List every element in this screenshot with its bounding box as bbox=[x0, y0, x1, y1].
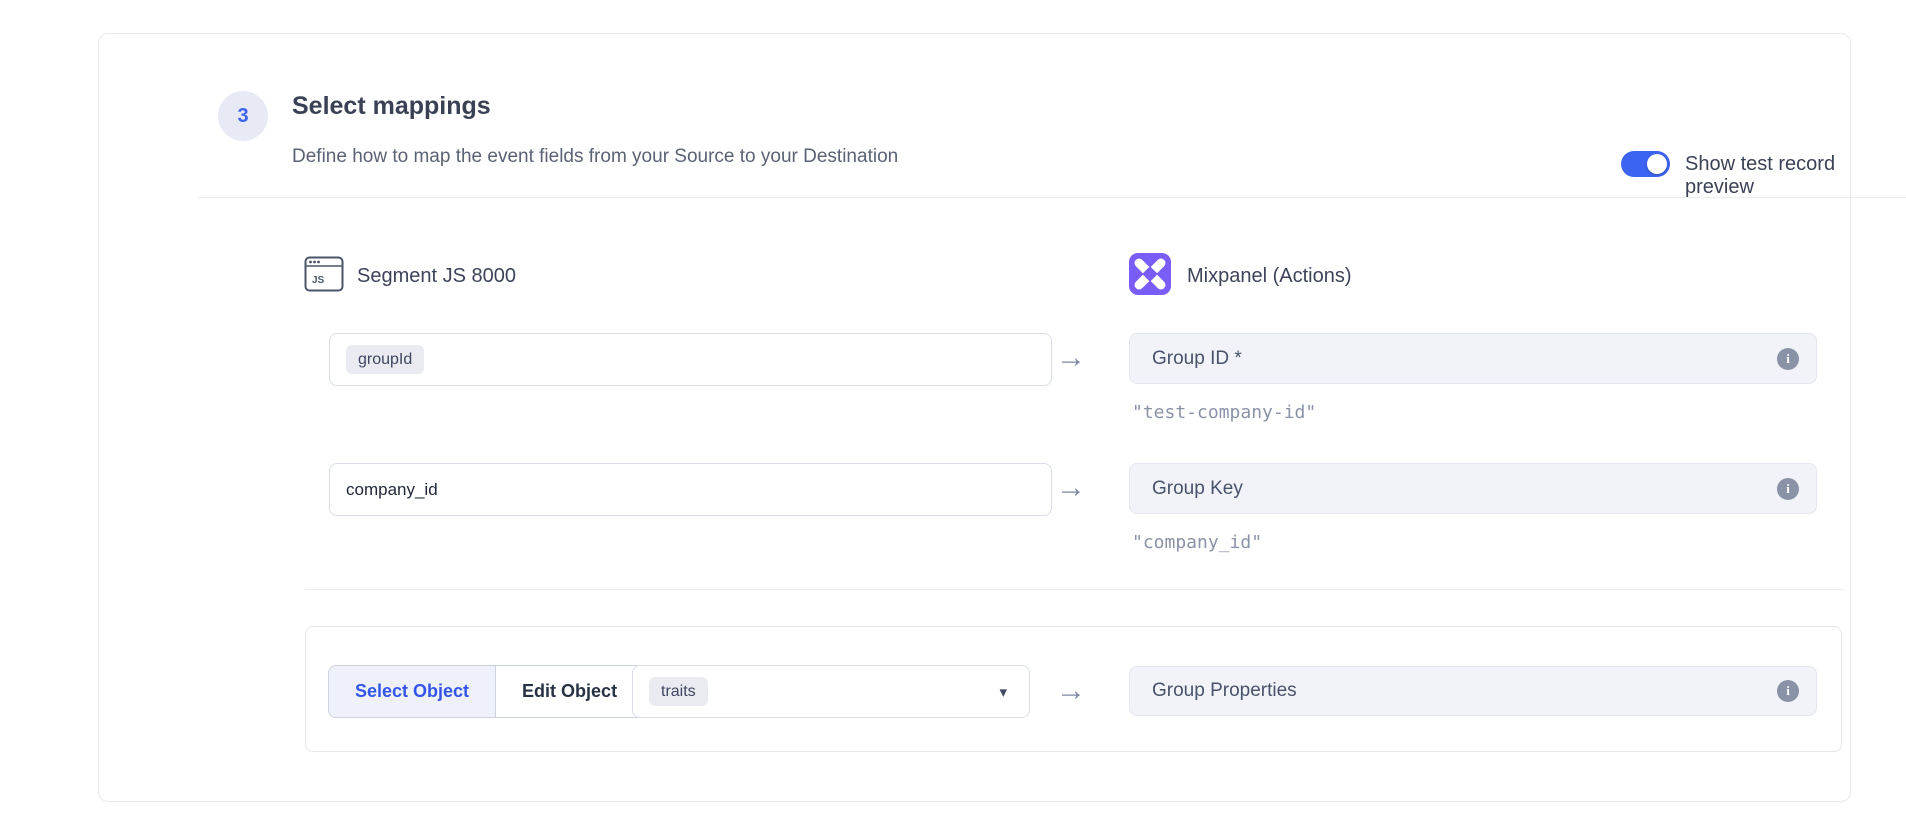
select-mappings-page: 3 Select mappings Define how to map the … bbox=[0, 0, 1906, 836]
page-title: Select mappings bbox=[292, 92, 491, 121]
arrow-right-icon: → bbox=[1049, 676, 1093, 706]
destination-field-group-key: Group Key i bbox=[1129, 463, 1817, 514]
destination-name: Mixpanel (Actions) bbox=[1187, 265, 1352, 288]
destination-field-label: Group ID * bbox=[1152, 348, 1242, 370]
header-divider bbox=[198, 197, 1906, 198]
info-icon[interactable]: i bbox=[1777, 348, 1799, 370]
step-number: 3 bbox=[237, 105, 248, 128]
source-name: Segment JS 8000 bbox=[357, 265, 516, 288]
mixpanel-icon bbox=[1129, 253, 1171, 300]
edit-object-button[interactable]: Edit Object bbox=[496, 666, 643, 717]
source-field-input-company-id[interactable]: company_id bbox=[329, 463, 1052, 516]
destination-header: Mixpanel (Actions) bbox=[1129, 253, 1352, 300]
object-button-group: Select Object Edit Object bbox=[328, 665, 644, 718]
source-field-input-groupid[interactable]: groupId bbox=[329, 333, 1052, 386]
destination-field-label: Group Key bbox=[1152, 478, 1243, 500]
object-source-dropdown[interactable]: traits ▾ bbox=[632, 665, 1030, 718]
toggle-label: Show test record preview bbox=[1685, 153, 1850, 199]
info-icon[interactable]: i bbox=[1777, 478, 1799, 500]
field-chip-groupid[interactable]: groupId bbox=[346, 345, 424, 374]
test-record-preview-toggle[interactable] bbox=[1621, 151, 1670, 177]
step-badge: 3 bbox=[218, 91, 268, 141]
input-text-company-id: company_id bbox=[346, 480, 438, 500]
select-object-button[interactable]: Select Object bbox=[329, 666, 496, 717]
destination-field-group-properties: Group Properties i bbox=[1129, 666, 1817, 716]
destination-field-group-id: Group ID * i bbox=[1129, 333, 1817, 384]
chevron-down-icon: ▾ bbox=[999, 683, 1007, 701]
source-header: JS Segment JS 8000 bbox=[304, 256, 516, 297]
js-browser-icon: JS bbox=[304, 256, 344, 297]
svg-text:JS: JS bbox=[312, 275, 325, 286]
toggle-knob bbox=[1647, 154, 1667, 174]
section-divider bbox=[305, 589, 1845, 590]
arrow-right-icon: → bbox=[1049, 343, 1093, 373]
preview-value-group-key: "company_id" bbox=[1132, 532, 1262, 553]
info-icon[interactable]: i bbox=[1777, 680, 1799, 702]
destination-field-label: Group Properties bbox=[1152, 680, 1297, 702]
page-subtitle: Define how to map the event fields from … bbox=[292, 146, 898, 168]
field-chip-traits[interactable]: traits bbox=[649, 677, 708, 706]
mappings-card: 3 Select mappings Define how to map the … bbox=[98, 33, 1851, 802]
arrow-right-icon: → bbox=[1049, 473, 1093, 503]
preview-value-group-id: "test-company-id" bbox=[1132, 402, 1316, 423]
